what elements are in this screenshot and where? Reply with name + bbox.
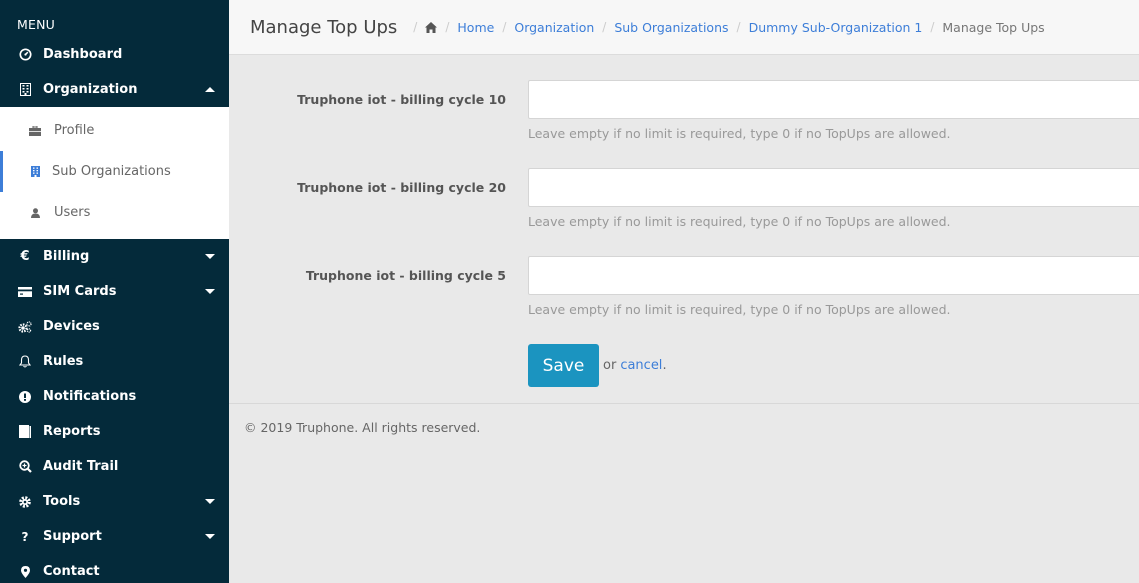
field-label: Truphone iot - billing cycle 5: [305, 268, 506, 283]
chevron-down-icon: [205, 499, 215, 504]
breadcrumb-organization[interactable]: Organization: [514, 20, 594, 35]
sidebar-subitem-label: Sub Organizations: [52, 164, 171, 179]
sidebar-item-label: Notifications: [43, 389, 137, 404]
footer-divider: [229, 403, 1139, 404]
sidebar-subitem-label: Profile: [54, 123, 95, 138]
sidebar-item-label: Contact: [43, 564, 100, 579]
breadcrumb-current: Manage Top Ups: [942, 19, 1045, 35]
cancel-link[interactable]: cancel: [620, 358, 662, 373]
chevron-down-icon: [205, 254, 215, 259]
breadcrumb-separator: /: [930, 20, 935, 34]
gear-icon: [17, 495, 33, 508]
briefcase-icon: [29, 125, 41, 136]
user-icon: [29, 207, 41, 218]
field-label: Truphone iot - billing cycle 10: [297, 92, 506, 107]
question-icon: ?: [21, 529, 29, 544]
sidebar-item-label: Organization: [43, 82, 138, 97]
home-icon[interactable]: [425, 21, 438, 33]
sidebar-item-rules[interactable]: Rules: [0, 344, 229, 379]
sidebar-subitem-users[interactable]: Users: [0, 192, 229, 233]
sidebar-item-label: Tools: [43, 494, 81, 509]
sidebar-item-contact[interactable]: Contact: [0, 554, 229, 583]
book-icon: [17, 425, 33, 438]
sidebar-item-label: SIM Cards: [43, 284, 117, 299]
page-header: Manage Top Ups / / Home / Organization /…: [229, 0, 1139, 55]
sidebar-item-label: Devices: [43, 319, 100, 334]
sidebar-item-sim-cards[interactable]: SIM Cards: [0, 274, 229, 309]
dashboard-icon: [17, 48, 33, 61]
sidebar-item-reports[interactable]: Reports: [0, 414, 229, 449]
sidebar-item-devices[interactable]: Devices: [0, 309, 229, 344]
sidebar-item-support[interactable]: ? Support: [0, 519, 229, 554]
billing-cycle-5-input[interactable]: [528, 256, 1139, 295]
breadcrumb-separator: /: [602, 20, 607, 34]
building-icon: [29, 166, 41, 177]
sidebar-item-label: Billing: [43, 249, 90, 264]
help-text: Leave empty if no limit is required, typ…: [528, 126, 951, 141]
help-text: Leave empty if no limit is required, typ…: [528, 302, 951, 317]
footer-copyright: © 2019 Truphone. All rights reserved.: [244, 420, 481, 435]
organization-submenu: Profile Sub Organizations Users: [0, 107, 229, 239]
field-label: Truphone iot - billing cycle 20: [297, 180, 506, 195]
sidebar: MENU Dashboard Organization Profile Sub …: [0, 0, 229, 583]
sidebar-item-notifications[interactable]: Notifications: [0, 379, 229, 414]
euro-icon: €: [20, 249, 30, 264]
sidebar-subitem-profile[interactable]: Profile: [0, 110, 229, 151]
chevron-up-icon: [205, 87, 215, 92]
sidebar-subitem-sub-organizations[interactable]: Sub Organizations: [0, 151, 229, 192]
chevron-down-icon: [205, 534, 215, 539]
map-marker-icon: [17, 565, 33, 578]
sidebar-item-label: Rules: [43, 354, 84, 369]
save-button[interactable]: Save: [528, 344, 599, 387]
sidebar-item-tools[interactable]: Tools: [0, 484, 229, 519]
page-title: Manage Top Ups: [250, 16, 398, 38]
breadcrumb-separator: /: [736, 20, 741, 34]
credit-card-icon: [17, 286, 33, 297]
bell-icon: [17, 355, 33, 368]
sidebar-item-label: Reports: [43, 424, 101, 439]
breadcrumb-dummy-sub-organization[interactable]: Dummy Sub-Organization 1: [749, 20, 923, 35]
chevron-down-icon: [205, 289, 215, 294]
or-text: or: [603, 358, 617, 373]
building-icon: [17, 83, 33, 96]
exclamation-circle-icon: [17, 390, 33, 403]
breadcrumb-home[interactable]: Home: [457, 20, 494, 35]
breadcrumb-separator: /: [502, 20, 507, 34]
billing-cycle-20-input[interactable]: [528, 168, 1139, 207]
sidebar-item-dashboard[interactable]: Dashboard: [0, 37, 229, 72]
sidebar-item-label: Dashboard: [43, 47, 123, 62]
sidebar-item-audit-trail[interactable]: Audit Trail: [0, 449, 229, 484]
breadcrumb-separator: /: [445, 20, 450, 34]
gears-icon: [17, 320, 33, 333]
breadcrumb-sub-organizations[interactable]: Sub Organizations: [614, 20, 728, 35]
sidebar-item-label: Support: [43, 529, 102, 544]
sidebar-item-billing[interactable]: € Billing: [0, 239, 229, 274]
sidebar-item-label: Audit Trail: [43, 459, 119, 474]
period-text: .: [662, 358, 667, 373]
sidebar-item-organization[interactable]: Organization: [0, 72, 229, 107]
breadcrumb-separator: /: [413, 20, 418, 34]
form-actions: Save or cancel.: [528, 344, 667, 387]
sidebar-subitem-label: Users: [54, 205, 91, 220]
menu-title: MENU: [17, 17, 55, 32]
help-text: Leave empty if no limit is required, typ…: [528, 214, 951, 229]
search-plus-icon: [17, 460, 33, 473]
billing-cycle-10-input[interactable]: [528, 80, 1139, 119]
